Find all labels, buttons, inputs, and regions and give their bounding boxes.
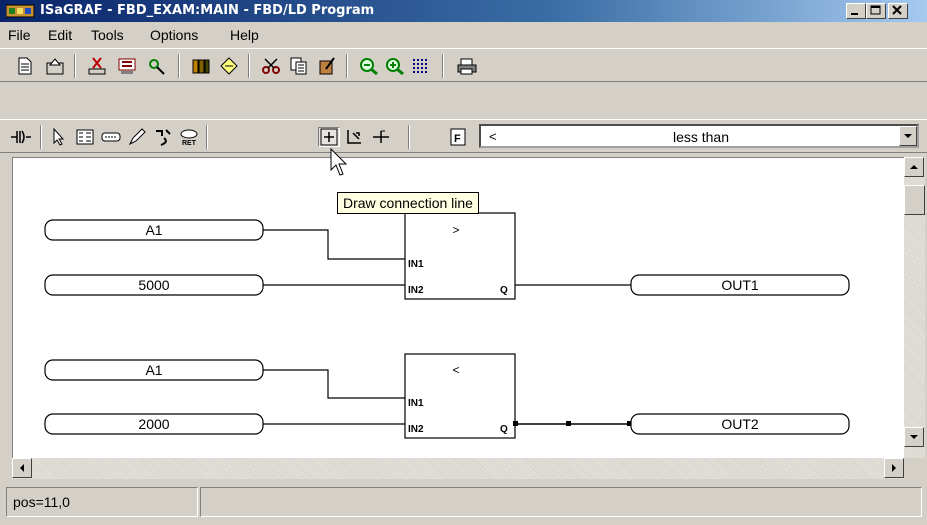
- connection-line[interactable]: [263, 369, 405, 399]
- isagraf-app-icon: [5, 4, 36, 18]
- connection-line[interactable]: [263, 229, 405, 260]
- variables-icon[interactable]: [116, 56, 138, 76]
- svg-text:RET: RET: [182, 140, 197, 146]
- zoom-out-icon[interactable]: [358, 56, 380, 76]
- scroll-down-button[interactable]: [904, 427, 924, 447]
- grid-icon[interactable]: [410, 56, 432, 76]
- maximize-button[interactable]: [866, 3, 886, 19]
- new-document-icon[interactable]: [14, 56, 36, 76]
- combo-function-description: less than: [672, 129, 730, 145]
- chevron-right-icon: [892, 464, 896, 472]
- combo-function-symbol: <: [489, 129, 497, 144]
- pin-in2-label: IN2: [408, 285, 424, 296]
- function-selector-combo[interactable]: < less than: [479, 124, 919, 148]
- window-title: ISaGRAF - FBD_EXAM:MAIN - FBD/LD Program: [40, 3, 375, 18]
- compile-icon[interactable]: [218, 56, 240, 76]
- rung-1: A1 5000 > IN1 IN2 Q OUT1: [44, 212, 850, 300]
- minimize-button[interactable]: [846, 3, 866, 19]
- function-block-icon[interactable]: [74, 127, 96, 147]
- main-toolbar: [0, 48, 927, 82]
- save-document-icon[interactable]: [44, 56, 66, 76]
- input-constant-5000-label: 5000: [138, 277, 169, 293]
- compare-block-less-symbol: <: [452, 363, 459, 377]
- scroll-corner: [904, 458, 925, 479]
- mouse-cursor-icon: [330, 147, 348, 181]
- svg-text:F: F: [454, 133, 461, 145]
- pin-in1-label: IN1: [408, 398, 424, 409]
- menu-edit[interactable]: Edit: [48, 27, 72, 43]
- menu-bar: File Edit Tools Options Help: [0, 22, 927, 48]
- cut-box-icon[interactable]: [86, 56, 108, 76]
- connection-handle[interactable]: [513, 421, 518, 426]
- copy-icon[interactable]: [288, 56, 310, 76]
- function-list-icon[interactable]: F: [448, 127, 470, 147]
- close-button[interactable]: [888, 3, 908, 19]
- scroll-left-button[interactable]: [12, 458, 32, 478]
- input-variable-a1-label: A1: [145, 362, 162, 378]
- output-variable-out2-label: OUT2: [721, 416, 759, 432]
- status-position: pos=11,0: [6, 487, 198, 517]
- paste-icon[interactable]: [316, 56, 338, 76]
- pin-q-label: Q: [500, 424, 508, 435]
- chevron-left-icon: [20, 464, 24, 472]
- tooltip: Draw connection line: [337, 192, 479, 214]
- variable-box-icon[interactable]: [100, 127, 122, 147]
- zoom-in-icon[interactable]: [384, 56, 406, 76]
- chevron-up-icon: [910, 165, 918, 169]
- vertical-scroll-thumb[interactable]: [904, 185, 925, 215]
- compare-block-greater-symbol: >: [452, 223, 459, 237]
- pin-in1-label: IN1: [408, 259, 424, 270]
- output-variable-out1-label: OUT1: [721, 277, 759, 293]
- input-constant-2000-label: 2000: [138, 416, 169, 432]
- return-icon[interactable]: RET: [178, 127, 200, 147]
- ld-contact-icon[interactable]: [10, 127, 32, 147]
- menu-tools[interactable]: Tools: [91, 27, 124, 43]
- scroll-right-button[interactable]: [884, 458, 904, 478]
- input-variable-a1-label: A1: [145, 222, 162, 238]
- check-icon[interactable]: [146, 56, 168, 76]
- cut-icon[interactable]: [260, 56, 282, 76]
- library-icon[interactable]: [190, 56, 212, 76]
- connection-line-icon[interactable]: [318, 127, 340, 147]
- connection-handle[interactable]: [566, 421, 571, 426]
- pin-in2-label: IN2: [408, 424, 424, 435]
- vertical-scrollbar[interactable]: [904, 157, 925, 458]
- corner-icon[interactable]: [344, 127, 366, 147]
- comment-icon[interactable]: [126, 127, 148, 147]
- select-pointer-icon[interactable]: [48, 127, 70, 147]
- title-bar[interactable]: ISaGRAF - FBD_EXAM:MAIN - FBD/LD Program: [0, 0, 927, 22]
- menu-help[interactable]: Help: [230, 27, 259, 43]
- combo-dropdown-button[interactable]: [899, 126, 917, 146]
- print-icon[interactable]: [456, 56, 478, 76]
- rung-2: A1 2000 < IN1 IN2 Q OUT2: [44, 353, 850, 439]
- pin-q-label: Q: [500, 285, 508, 296]
- chevron-down-icon: [904, 134, 912, 138]
- status-bar: pos=11,0: [0, 482, 927, 525]
- menu-options[interactable]: Options: [150, 27, 198, 43]
- jump-icon[interactable]: [152, 127, 174, 147]
- arc-icon[interactable]: [370, 127, 392, 147]
- scroll-up-button[interactable]: [904, 157, 924, 177]
- menu-file[interactable]: File: [8, 27, 31, 43]
- horizontal-scrollbar[interactable]: [12, 458, 904, 479]
- chevron-down-icon: [910, 435, 918, 439]
- status-message: [200, 487, 922, 517]
